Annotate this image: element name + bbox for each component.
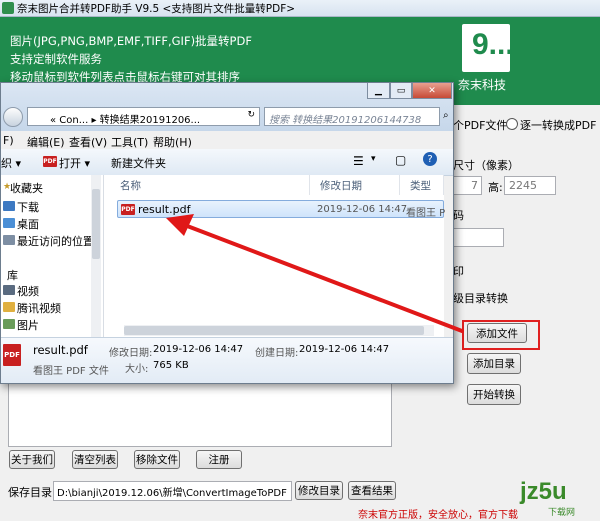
- arrow-shaft: [180, 222, 464, 333]
- annotation-arrow: [166, 214, 464, 333]
